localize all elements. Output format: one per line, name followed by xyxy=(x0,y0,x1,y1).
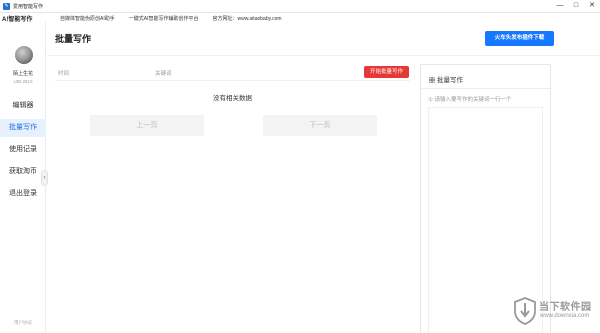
sidebar-item-usage-history[interactable]: 使用记录 xyxy=(0,141,46,159)
sidebar-item-batch-writing[interactable]: 批量写作 xyxy=(0,119,46,137)
minimize-button[interactable]: — xyxy=(552,0,568,13)
window-controls: — □ ✕ xyxy=(552,0,600,13)
download-plugin-button[interactable]: 火车头发布插件下载 xyxy=(485,31,554,46)
panel-title: 批量写作 xyxy=(429,74,463,84)
sidebar-nav: 编辑器 批量写作 使用记录 获取淘币 退出登录 xyxy=(0,97,46,207)
app-icon: ✎ xyxy=(3,3,10,10)
slogan-2: 一键式AI智能写作辅助创作平台 xyxy=(128,15,199,22)
user-agreement-link[interactable]: 用户协议 xyxy=(0,320,46,326)
header-divider xyxy=(47,55,600,56)
keyword-filter-input[interactable]: 关键词 xyxy=(155,69,172,77)
next-page-button[interactable]: 下一页 xyxy=(263,115,377,136)
watermark-url: www.downxia.com xyxy=(540,313,590,319)
app-header: A!智能写作 自媒体智能伪原创AI助手 一键式AI智能写作辅助创作平台 官方网址… xyxy=(0,13,600,24)
official-site-link[interactable]: 官方网址：www.aitaobaby.com xyxy=(212,15,281,22)
user-id: UID:2810 xyxy=(13,79,33,84)
panel-divider xyxy=(421,88,550,89)
window-titlebar: ✎ 爱用智能写作 — □ ✕ xyxy=(0,0,600,13)
prev-page-button[interactable]: 上一页 xyxy=(90,115,204,136)
start-batch-writing-button[interactable]: 开始批量写作 xyxy=(364,66,409,78)
chevron-left-icon: ‹ xyxy=(43,175,46,181)
sidebar: 陌上生花 UID:2810 编辑器 批量写作 使用记录 获取淘币 退出登录 用户… xyxy=(0,22,46,333)
avatar[interactable] xyxy=(15,46,33,64)
time-filter-input[interactable]: 时间 xyxy=(58,69,69,77)
header-slogans: 自媒体智能伪原创AI助手 一键式AI智能写作辅助创作平台 官方网址：www.ai… xyxy=(60,15,282,22)
window-title: 爱用智能写作 xyxy=(13,4,44,10)
slogan-1: 自媒体智能伪原创AI助手 xyxy=(60,15,115,22)
filter-divider xyxy=(55,80,410,81)
maximize-button[interactable]: □ xyxy=(568,0,584,13)
sidebar-item-editor[interactable]: 编辑器 xyxy=(0,97,46,115)
sidebar-collapse-toggle[interactable]: ‹ xyxy=(41,170,48,186)
empty-state-text: 没有相关数据 xyxy=(213,95,252,102)
watermark: 当下软件园 www.downxia.com xyxy=(514,293,600,333)
shield-logo-icon xyxy=(514,297,536,325)
sidebar-item-get-coins[interactable]: 获取淘币 xyxy=(0,163,46,181)
username: 陌上生花 xyxy=(12,71,33,77)
sidebar-item-logout[interactable]: 退出登录 xyxy=(0,185,46,203)
panel-title-text: 批量写作 xyxy=(437,77,463,84)
keyword-hint: ① 请输入要写作的关键词一行一个 xyxy=(428,97,512,103)
grid-icon xyxy=(429,76,435,83)
page-title: 批量写作 xyxy=(55,34,92,44)
close-button[interactable]: ✕ xyxy=(584,0,600,13)
watermark-name: 当下软件园 xyxy=(539,302,592,313)
